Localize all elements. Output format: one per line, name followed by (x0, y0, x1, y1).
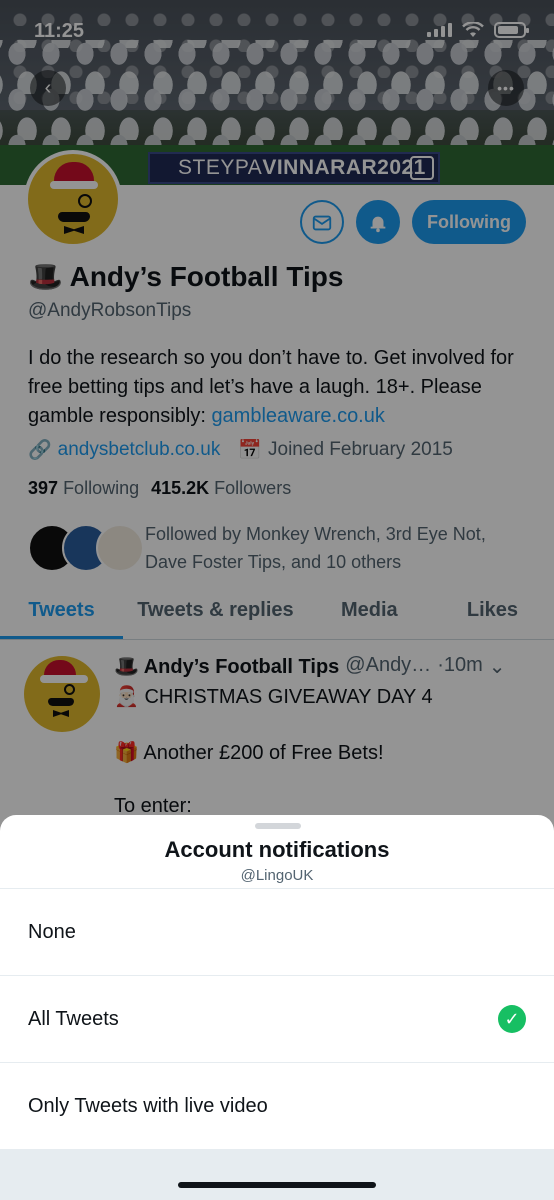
checkmark-icon: ✓ (498, 1005, 526, 1033)
sheet-grabber[interactable] (255, 823, 301, 829)
option-label: All Tweets (28, 1008, 119, 1030)
option-label: Only Tweets with live video (28, 1095, 268, 1117)
notification-options: None All Tweets ✓ Only Tweets with live … (0, 888, 554, 1149)
option-label: None (28, 921, 76, 943)
sheet-subtitle: @LingoUK (240, 867, 314, 884)
option-all-tweets[interactable]: All Tweets ✓ (0, 975, 554, 1062)
home-indicator[interactable] (178, 1182, 376, 1188)
option-none[interactable]: None (0, 888, 554, 975)
sheet-title: Account notifications (164, 837, 390, 862)
notifications-sheet: Account notifications @LingoUK None All … (0, 815, 554, 1200)
sheet-footer (0, 1149, 554, 1200)
option-live-video[interactable]: Only Tweets with live video (0, 1062, 554, 1149)
